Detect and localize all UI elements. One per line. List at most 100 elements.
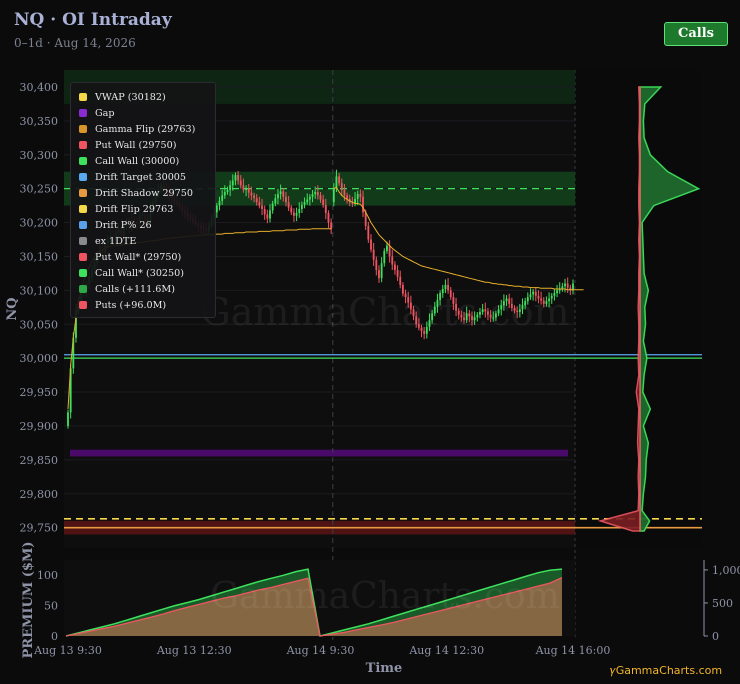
y-tick-label: 30,200: [20, 217, 59, 230]
candle-body: [500, 305, 503, 310]
candle-body: [553, 293, 556, 296]
candle-body: [502, 301, 505, 306]
y-axis-label: NQ: [5, 297, 20, 320]
candle-body: [375, 259, 378, 271]
candle-body: [428, 320, 431, 327]
candle-body: [282, 191, 285, 197]
legend-swatch: [79, 173, 87, 181]
x-tick-label: Aug 14 9:30: [286, 644, 355, 657]
candle-body: [556, 290, 558, 294]
y-tick-label: 30,150: [20, 250, 59, 263]
legend-label: Put Wall (29750): [95, 139, 177, 151]
candle-body: [300, 204, 303, 209]
legend-label: Calls (+111.6M): [95, 283, 175, 295]
legend-swatch: [79, 285, 87, 293]
legend-item[interactable]: Put Wall (29750): [79, 137, 215, 153]
legend-label: Call Wall (30000): [95, 155, 180, 167]
candle-body: [407, 297, 410, 303]
candle-body: [372, 249, 375, 260]
candle-body: [226, 190, 229, 193]
legend-item[interactable]: Drift Shadow 29750: [79, 185, 215, 201]
candle-body: [322, 199, 325, 205]
candle-body: [489, 314, 492, 318]
candle-body: [540, 298, 543, 301]
candle-body: [433, 306, 436, 314]
candle-body: [234, 175, 237, 181]
legend-swatch: [79, 189, 87, 197]
candle-body: [415, 316, 418, 325]
legend-item[interactable]: Drift Target 30005: [79, 169, 215, 185]
candle-body: [412, 309, 415, 317]
legend-label: Drift P% 26: [95, 219, 152, 231]
chart-legend: VWAP (30182) Gap Gamma Flip (29763) Put Wal…: [70, 82, 216, 318]
legend-item[interactable]: Gamma Flip (29763): [79, 121, 215, 137]
candle-body: [311, 194, 314, 197]
candle-body: [253, 195, 255, 199]
legend-item[interactable]: ex 1DTE: [79, 233, 215, 249]
x-tick-label: Aug 13 12:30: [156, 644, 232, 657]
legend-item[interactable]: Put Wall* (29750): [79, 249, 215, 265]
candle-body: [399, 276, 402, 285]
legend-item[interactable]: Calls (+111.6M): [79, 281, 215, 297]
y-tick-label: 30,050: [20, 318, 59, 331]
candle-body: [566, 283, 569, 288]
candle-body: [271, 203, 274, 211]
candle-body: [468, 313, 471, 317]
candle-body: [460, 314, 463, 318]
candle-body: [463, 317, 465, 321]
candle-body: [510, 303, 513, 308]
legend-item[interactable]: Puts (+96.0M): [79, 297, 215, 313]
candle-body: [383, 251, 386, 264]
zone-gap: [70, 449, 568, 457]
legend-item[interactable]: Drift P% 26: [79, 217, 215, 233]
candle-body: [476, 314, 479, 318]
candle-body: [449, 290, 452, 298]
legend-swatch: [79, 205, 87, 213]
candle-body: [425, 326, 428, 334]
candle-body: [516, 310, 519, 313]
candle-body: [521, 305, 524, 310]
candle-body: [346, 195, 349, 199]
candle-body: [548, 298, 551, 302]
legend-item[interactable]: Gap: [79, 105, 215, 121]
legend-swatch: [79, 93, 87, 101]
y-tick-label: 30,300: [20, 149, 59, 162]
candle-body: [388, 245, 391, 257]
candle-body: [67, 412, 69, 426]
legend-item[interactable]: VWAP (30182): [79, 89, 215, 105]
candle-body: [356, 194, 359, 199]
candle-body: [221, 195, 224, 201]
candle-body: [223, 192, 226, 196]
candle-body: [242, 185, 245, 191]
legend-swatch: [79, 125, 87, 133]
candle-body: [423, 331, 426, 334]
legend-item[interactable]: Call Wall (30000): [79, 153, 215, 169]
candle-body: [455, 303, 457, 311]
candle-body: [404, 293, 407, 298]
premium-right-tick-label: 1,000: [712, 564, 740, 577]
legend-label: Put Wall* (29750): [95, 251, 182, 263]
candle-body: [269, 210, 271, 219]
candle-body: [534, 291, 537, 296]
candle-body: [314, 192, 317, 195]
legend-label: Drift Target 30005: [95, 171, 187, 183]
premium-y-tick-label: 100: [37, 569, 58, 582]
x-tick-label: Aug 14 12:30: [408, 644, 484, 657]
candle-body: [258, 202, 261, 206]
candle-body: [250, 192, 253, 196]
candle-body: [484, 309, 487, 312]
legend-item[interactable]: Call Wall* (30250): [79, 265, 215, 281]
premium-y-axis-label: PREMIUM ($M): [21, 542, 36, 659]
legend-label: VWAP (30182): [95, 91, 166, 103]
candle-body: [444, 284, 447, 289]
candle-body: [492, 317, 495, 319]
legend-item[interactable]: Drift Flip 29763: [79, 201, 215, 217]
candle-body: [245, 188, 248, 191]
legend-label: Drift Flip 29763: [95, 203, 174, 215]
candle-body: [564, 283, 566, 287]
y-tick-label: 30,100: [20, 284, 59, 297]
candle-body: [290, 207, 293, 213]
legend-swatch: [79, 253, 87, 261]
candle-body: [319, 195, 322, 200]
brand-logo: 𝛾GammaCharts.com: [610, 664, 723, 677]
